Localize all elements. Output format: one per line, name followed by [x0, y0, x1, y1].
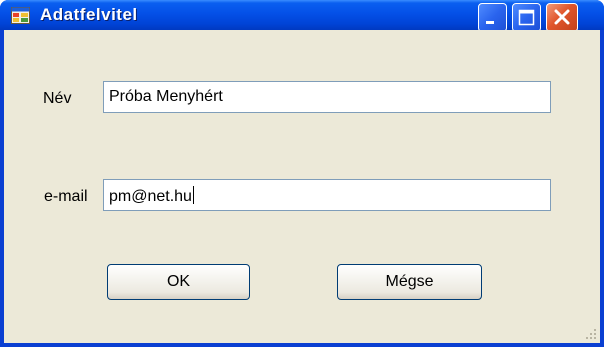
- maximize-icon: [518, 9, 535, 26]
- name-label: Név: [43, 90, 72, 107]
- dialog-window: Adatfelvitel Név Próba Menyhért e-mail p…: [0, 0, 604, 347]
- form-app-icon[interactable]: [11, 7, 30, 24]
- maximize-button[interactable]: [512, 3, 541, 32]
- minimize-button[interactable]: [478, 3, 507, 32]
- close-icon: [554, 9, 570, 25]
- cancel-button[interactable]: Mégse: [337, 264, 482, 300]
- email-label: e-mail: [44, 188, 88, 205]
- client-area: Név Próba Menyhért e-mail pm@net.hu OK M…: [4, 30, 600, 343]
- email-input-value: pm@net.hu: [109, 188, 192, 205]
- minimize-icon: [486, 21, 494, 24]
- close-button[interactable]: [546, 3, 578, 32]
- name-input[interactable]: Próba Menyhért: [103, 81, 551, 113]
- ok-button[interactable]: OK: [107, 264, 250, 300]
- email-input[interactable]: pm@net.hu: [103, 179, 551, 211]
- window-title: Adatfelvitel: [40, 5, 138, 24]
- name-input-value: Próba Menyhért: [109, 88, 223, 105]
- title-bar[interactable]: Adatfelvitel: [0, 0, 604, 32]
- text-caret: [192, 186, 194, 204]
- resize-grip-icon[interactable]: [584, 327, 598, 341]
